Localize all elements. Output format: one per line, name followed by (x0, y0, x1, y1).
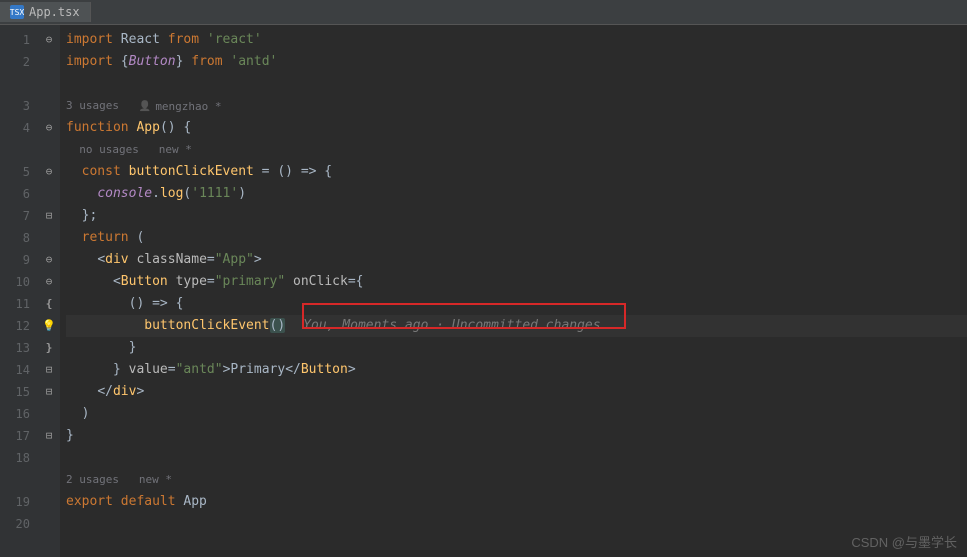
file-tab[interactable]: TSX App.tsx (0, 2, 91, 22)
blank-line[interactable] (66, 513, 967, 535)
code-line[interactable]: } (66, 425, 967, 447)
fold-icon[interactable]: ⊖ (38, 249, 60, 271)
code-line[interactable]: } (66, 337, 967, 359)
line-number: 1 (0, 29, 30, 51)
code-editor[interactable]: 1234567891011121314151617181920 ⊖ ⊖ ⊖ ⊟ … (0, 25, 967, 557)
fold-icon[interactable]: ⊖ (38, 29, 60, 51)
line-number: 4 (0, 117, 30, 139)
code-line[interactable]: () => { (66, 293, 967, 315)
code-line[interactable]: <div className="App"> (66, 249, 967, 271)
code-line[interactable]: } value="antd">Primary</Button> (66, 359, 967, 381)
line-number: 9 (0, 249, 30, 271)
line-number: 6 (0, 183, 30, 205)
person-icon (139, 95, 151, 118)
blank-line[interactable] (66, 73, 967, 95)
intention-bulb-icon[interactable]: 💡 (38, 315, 60, 337)
line-number: 12 (0, 315, 30, 337)
line-number: 5 (0, 161, 30, 183)
line-number: 16 (0, 403, 30, 425)
code-line[interactable]: return ( (66, 227, 967, 249)
brace-marker-icon: } (38, 337, 60, 359)
tsx-file-icon: TSX (10, 5, 24, 19)
line-number: 17 (0, 425, 30, 447)
code-line[interactable]: export default App (66, 491, 967, 513)
line-number: 10 (0, 271, 30, 293)
line-number: 14 (0, 359, 30, 381)
code-line[interactable]: function App() { (66, 117, 967, 139)
line-number (0, 469, 30, 491)
code-line[interactable]: </div> (66, 381, 967, 403)
line-number-gutter: 1234567891011121314151617181920 (0, 25, 38, 557)
code-lens-hint[interactable]: no usages new * (66, 139, 967, 161)
code-line[interactable]: import React from 'react' (66, 29, 967, 51)
fold-icon[interactable]: ⊖ (38, 161, 60, 183)
fold-marker-column: ⊖ ⊖ ⊖ ⊟ ⊖ ⊖ { 💡 } ⊟ ⊟ ⊟ (38, 25, 60, 557)
line-number: 15 (0, 381, 30, 403)
line-number (0, 139, 30, 161)
code-line-active[interactable]: buttonClickEvent()You, Moments ago · Unc… (66, 315, 967, 337)
code-line[interactable]: }; (66, 205, 967, 227)
fold-icon[interactable]: ⊖ (38, 117, 60, 139)
line-number: 2 (0, 51, 30, 73)
code-lens-hint[interactable]: 3 usages mengzhao * (66, 95, 967, 117)
fold-icon[interactable]: ⊖ (38, 271, 60, 293)
code-line[interactable]: console.log('1111') (66, 183, 967, 205)
code-line[interactable]: const buttonClickEvent = () => { (66, 161, 967, 183)
line-number: 11 (0, 293, 30, 315)
line-number: 13 (0, 337, 30, 359)
line-number: 20 (0, 513, 30, 535)
brace-marker-icon: { (38, 293, 60, 315)
line-number (0, 73, 30, 95)
code-lens-hint[interactable]: 2 usages new * (66, 469, 967, 491)
line-number: 7 (0, 205, 30, 227)
code-line[interactable]: import {Button} from 'antd' (66, 51, 967, 73)
watermark: CSDN @与墨学长 (851, 532, 957, 551)
gitlens-annotation: You, Moments ago · Uncommitted changes (303, 318, 600, 333)
blank-line[interactable] (66, 447, 967, 469)
code-line[interactable]: ) (66, 403, 967, 425)
code-line[interactable]: <Button type="primary" onClick={ (66, 271, 967, 293)
tab-filename: App.tsx (29, 5, 80, 19)
code-area[interactable]: import React from 'react' import {Button… (60, 25, 967, 557)
line-number: 19 (0, 491, 30, 513)
line-number: 8 (0, 227, 30, 249)
line-number: 3 (0, 95, 30, 117)
line-number: 18 (0, 447, 30, 469)
tab-bar: TSX App.tsx (0, 0, 967, 25)
